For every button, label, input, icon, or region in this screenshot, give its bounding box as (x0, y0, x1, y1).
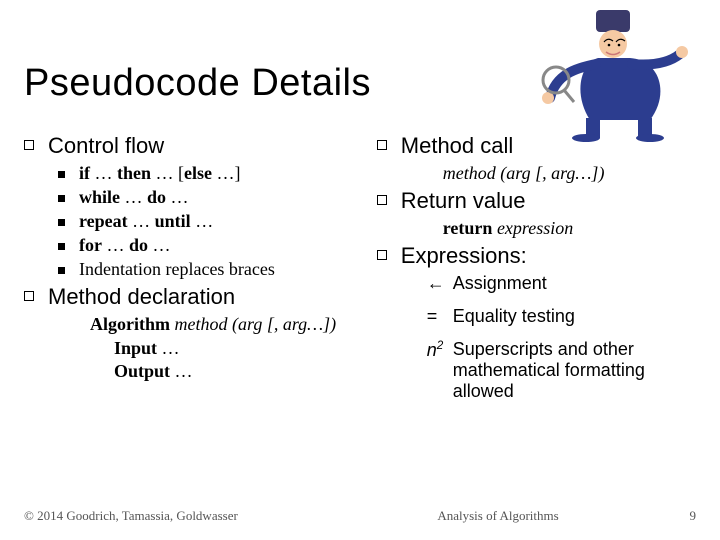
heading-text: Return value (401, 188, 526, 214)
item-text: if … then … [else …] (79, 163, 241, 184)
item-while: while … do … (58, 187, 369, 208)
expr-assignment: ← Assignment (427, 273, 696, 294)
square-bullet-icon (24, 140, 34, 150)
heading-method-decl: Method declaration (24, 284, 369, 310)
content-columns: Control flow if … then … [else …] while … (24, 129, 696, 406)
return-line: return expression (443, 218, 696, 239)
left-arrow-icon: ← (427, 273, 453, 294)
square-bullet-icon (24, 291, 34, 301)
left-column: Control flow if … then … [else …] while … (24, 129, 369, 406)
expr-equality: = Equality testing (427, 306, 696, 327)
output-line: Output … (114, 361, 369, 382)
footer-title: Analysis of Algorithms (340, 508, 656, 524)
item-text: for … do … (79, 235, 171, 256)
heading-text: Expressions: (401, 243, 527, 269)
dot-bullet-icon (58, 219, 65, 226)
heading-text: Method declaration (48, 284, 235, 310)
slide: Pseudocode Details Control flow if … the… (0, 0, 720, 540)
right-column: Method call method (arg [, arg…]) Return… (377, 129, 696, 406)
item-repeat: repeat … until … (58, 211, 369, 232)
item-text: repeat … until … (79, 211, 213, 232)
superscript-example: n2 (427, 339, 453, 361)
dot-bullet-icon (58, 243, 65, 250)
heading-text: Control flow (48, 133, 164, 159)
heading-return: Return value (377, 188, 696, 214)
copyright: © 2014 Goodrich, Tamassia, Goldwasser (24, 508, 340, 524)
dot-bullet-icon (58, 171, 65, 178)
expr-superscript: n2 Superscripts and other mathematical f… (427, 339, 696, 402)
equals-icon: = (427, 306, 453, 327)
square-bullet-icon (377, 195, 387, 205)
square-bullet-icon (377, 250, 387, 260)
item-if-then-else: if … then … [else …] (58, 163, 369, 184)
algorithm-signature: Algorithm method (arg [, arg…]) (90, 314, 369, 335)
item-text: Indentation replaces braces (79, 259, 275, 280)
page-number: 9 (656, 508, 696, 524)
footer: © 2014 Goodrich, Tamassia, Goldwasser An… (24, 508, 696, 524)
heading-expressions: Expressions: (377, 243, 696, 269)
item-text: while … do … (79, 187, 189, 208)
input-line: Input … (114, 338, 369, 359)
heading-control-flow: Control flow (24, 133, 369, 159)
method-call-sig: method (arg [, arg…]) (443, 163, 696, 184)
heading-text: Method call (401, 133, 514, 159)
item-for: for … do … (58, 235, 369, 256)
dot-bullet-icon (58, 195, 65, 202)
square-bullet-icon (377, 140, 387, 150)
inspector-illustration (520, 2, 700, 142)
dot-bullet-icon (58, 267, 65, 274)
item-indent: Indentation replaces braces (58, 259, 369, 280)
